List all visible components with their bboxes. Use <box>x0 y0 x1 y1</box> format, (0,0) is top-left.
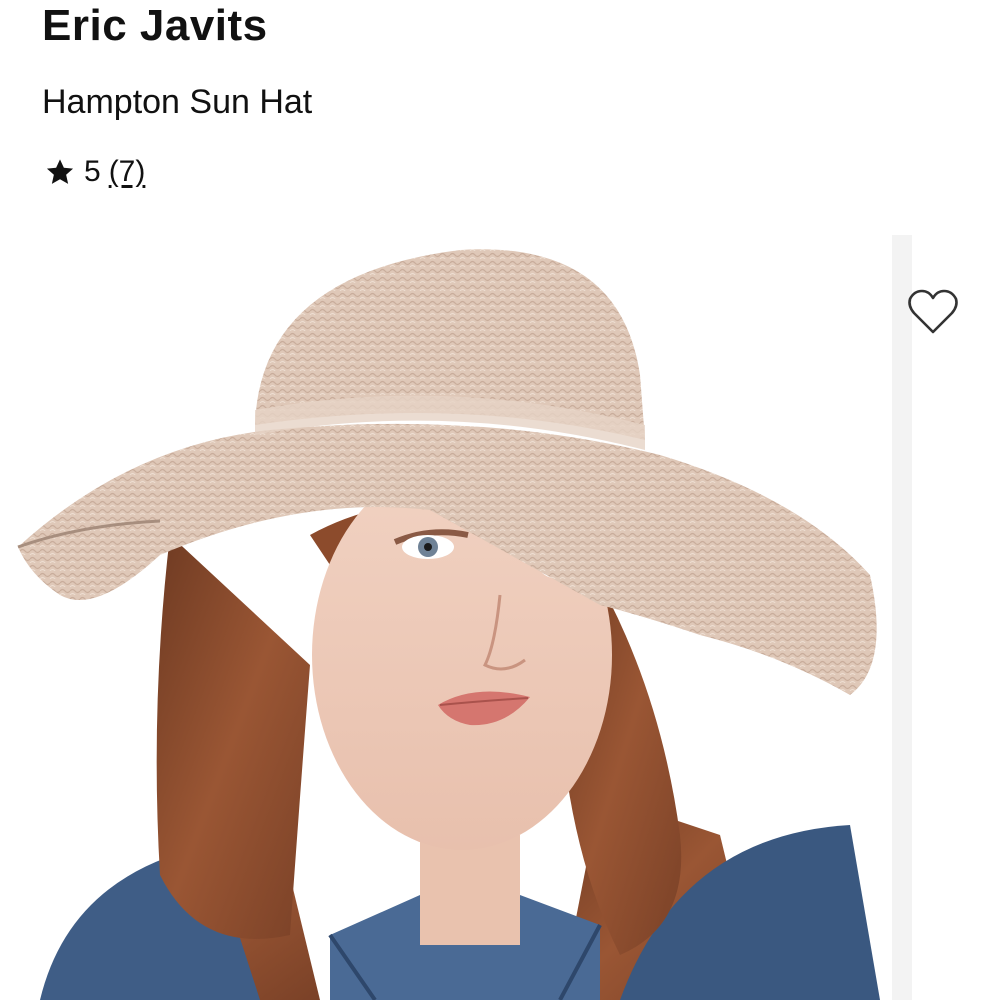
review-count-link[interactable]: (7) <box>109 155 146 189</box>
heart-outline-icon <box>906 287 960 342</box>
brand-name[interactable]: Eric Javits <box>42 0 268 52</box>
product-title: Hampton Sun Hat <box>42 83 313 121</box>
image-scroll-track[interactable] <box>892 235 912 1000</box>
product-image[interactable] <box>0 235 892 1000</box>
add-to-wishlist-button[interactable] <box>904 288 962 340</box>
star-icon <box>44 156 76 188</box>
rating-summary[interactable]: 5 (7) <box>44 150 145 194</box>
rating-value: 5 <box>84 155 101 188</box>
